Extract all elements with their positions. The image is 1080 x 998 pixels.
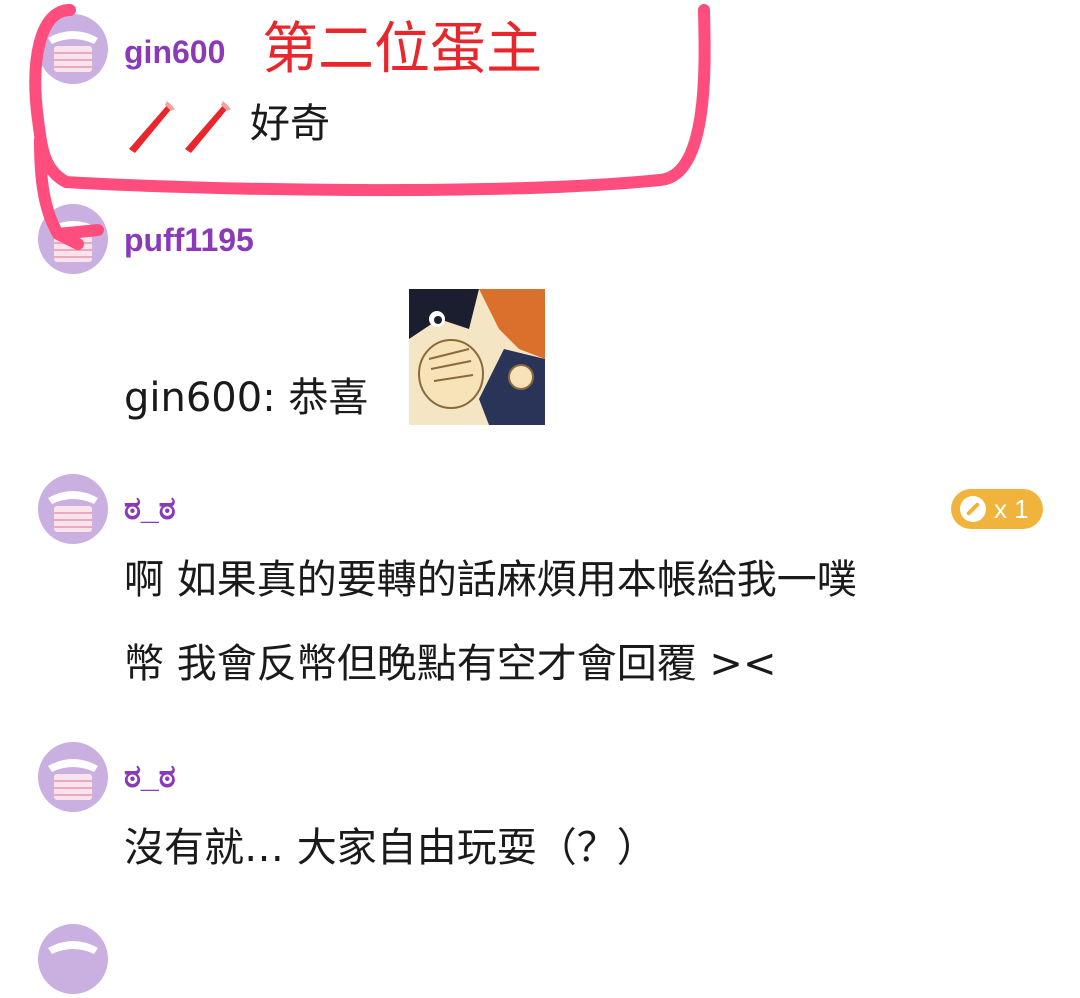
badge-count: x 1: [994, 494, 1029, 524]
comment-message-line: 幣 我會反幣但晚點有空才會回覆 ><: [124, 641, 777, 687]
anime-whisper-sticker: [409, 289, 545, 425]
comment-username[interactable]: gin600: [124, 36, 225, 68]
avatar[interactable]: [38, 14, 108, 84]
comment-message: gin600: 恭喜: [124, 375, 369, 421]
avatar[interactable]: [38, 742, 108, 812]
avatar[interactable]: [38, 924, 108, 994]
avatar[interactable]: [38, 204, 108, 274]
comment-message-line: 啊 如果真的要轉的話麻煩用本帳給我一噗: [124, 557, 857, 603]
comment-message: 好奇: [250, 101, 330, 147]
party-horn-icon: [123, 97, 237, 157]
comment-username[interactable]: ಠ_ಠ: [124, 760, 176, 792]
avatar[interactable]: [38, 474, 108, 544]
comment-username[interactable]: ಠ_ಠ: [124, 492, 176, 524]
coin-badge[interactable]: x 1: [951, 489, 1043, 529]
comment-message: 沒有就… 大家自由玩耍（？）: [124, 825, 657, 871]
comment-username[interactable]: puff1195: [124, 224, 254, 256]
coin-icon: [960, 496, 986, 522]
annotation-label: 第二位蛋主: [262, 17, 542, 82]
